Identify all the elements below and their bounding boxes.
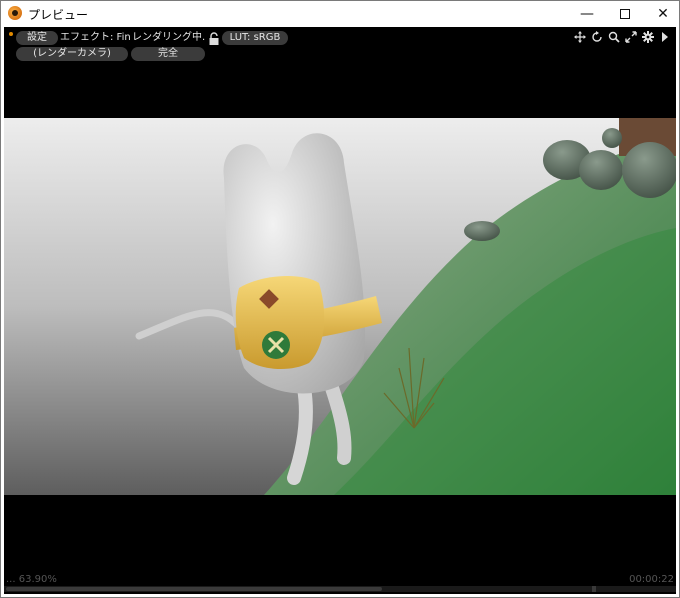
gear-icon[interactable]	[641, 30, 655, 44]
preview-viewport[interactable]: 設定 エフェクト: Fin... レンダリング中... LUT: sRGB (レ…	[4, 27, 676, 594]
render-image	[4, 118, 676, 495]
rotate-icon[interactable]	[590, 30, 604, 44]
camera-dropdown[interactable]: (レンダーカメラ)	[16, 47, 128, 61]
close-button[interactable]: ✕	[643, 1, 680, 27]
lock-icon[interactable]	[208, 31, 220, 45]
zoom-icon[interactable]	[607, 30, 621, 44]
maximize-icon	[620, 9, 630, 19]
maximize-button[interactable]	[605, 1, 645, 27]
lut-dropdown[interactable]: LUT: sRGB	[222, 31, 288, 45]
effect-dropdown[interactable]: エフェクト: Fin...	[60, 31, 130, 45]
scroll-thumb[interactable]	[6, 587, 382, 591]
play-icon[interactable]	[658, 30, 672, 44]
minimize-button[interactable]: —	[567, 1, 607, 27]
render-time: 00:00:22	[629, 574, 674, 585]
quality-dropdown[interactable]: 完全	[131, 47, 205, 61]
settings-button[interactable]: 設定	[16, 31, 58, 45]
move-icon[interactable]	[573, 30, 587, 44]
horizontal-scrollbar[interactable]	[4, 586, 676, 592]
view-tools	[573, 30, 672, 44]
fit-icon[interactable]	[624, 30, 638, 44]
app-icon	[8, 6, 22, 20]
scroll-marker[interactable]	[592, 586, 596, 592]
status-dot	[9, 32, 13, 36]
zoom-level: ... 63.90%	[6, 574, 57, 585]
status-bar: ... 63.90% 00:00:22	[4, 574, 676, 594]
preview-window: プレビュー — ✕ 設定 エフェクト: Fin... レンダリング中... LU…	[0, 0, 680, 598]
rendering-status[interactable]: レンダリング中...	[132, 31, 206, 45]
window-title: プレビュー	[28, 8, 89, 22]
title-bar[interactable]: プレビュー — ✕	[1, 1, 679, 27]
